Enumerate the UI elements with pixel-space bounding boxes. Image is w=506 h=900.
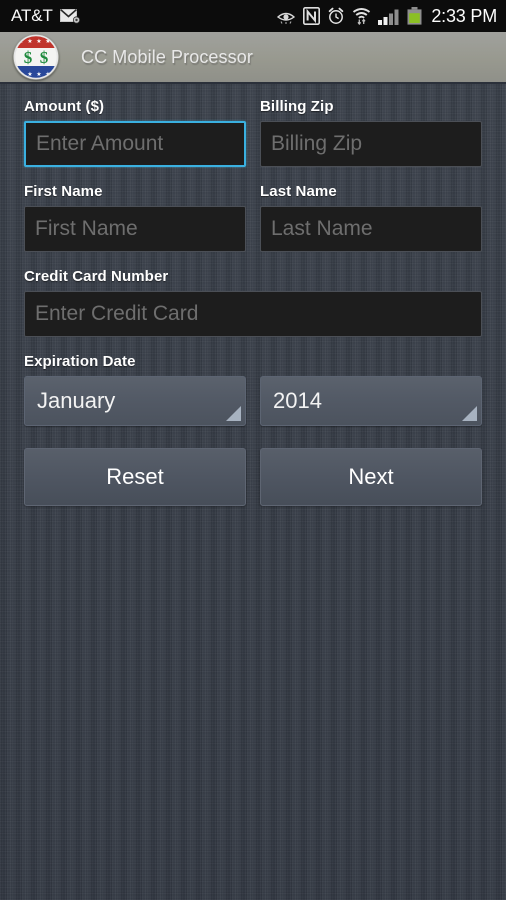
svg-text:★: ★ bbox=[36, 38, 41, 45]
form-row-names: First Name First Name Last Name Last Nam… bbox=[24, 183, 482, 252]
cellular-signal-icon bbox=[378, 8, 400, 25]
app-root: AT&T 2:33 PM ★ ★ ★ ★ ★ ★ ★ ★ $ $ CC Mobi… bbox=[0, 0, 506, 900]
next-button[interactable]: Next bbox=[260, 448, 482, 506]
last-name-input-placeholder: Last Name bbox=[271, 217, 373, 240]
field-last-name: Last Name Last Name bbox=[260, 183, 482, 252]
field-first-name: First Name First Name bbox=[24, 183, 246, 252]
field-expiration-year: 2014 bbox=[260, 376, 482, 426]
expiration-month-spinner[interactable]: January bbox=[24, 376, 246, 426]
first-name-input-placeholder: First Name bbox=[35, 217, 138, 240]
first-name-input[interactable]: First Name bbox=[24, 206, 246, 252]
spinner-caret-icon bbox=[462, 406, 477, 421]
billing-zip-input-placeholder: Billing Zip bbox=[271, 132, 363, 155]
amount-input-placeholder: Enter Amount bbox=[36, 132, 164, 155]
last-name-input[interactable]: Last Name bbox=[260, 206, 482, 252]
label-amount: Amount ($) bbox=[24, 98, 105, 115]
field-amount: Amount ($) Enter Amount bbox=[24, 98, 246, 167]
form-row-expiration: January 2014 bbox=[24, 376, 482, 426]
page-title: CC Mobile Processor bbox=[81, 46, 253, 67]
form-row-amount-zip: Amount ($) Enter Amount Billing Zip Bill… bbox=[24, 98, 482, 167]
reset-button[interactable]: Reset bbox=[24, 448, 246, 506]
expiration-month-value: January bbox=[37, 388, 116, 413]
wifi-icon bbox=[352, 7, 371, 25]
mail-icon bbox=[59, 8, 80, 24]
alarm-clock-icon bbox=[327, 7, 345, 25]
field-expiration-date: Expiration Date January 2014 bbox=[24, 353, 482, 426]
svg-text:$: $ bbox=[24, 48, 33, 67]
status-bar: AT&T 2:33 PM bbox=[0, 0, 506, 32]
svg-text:★: ★ bbox=[27, 38, 32, 45]
label-billing-zip: Billing Zip bbox=[260, 98, 334, 115]
action-bar: ★ ★ ★ ★ ★ ★ ★ ★ $ $ CC Mobile Processor bbox=[0, 32, 506, 84]
amount-input[interactable]: Enter Amount bbox=[24, 121, 246, 167]
credit-card-input-placeholder: Enter Credit Card bbox=[35, 302, 199, 325]
credit-card-input[interactable]: Enter Credit Card bbox=[24, 291, 482, 337]
form-actions: Reset Next bbox=[24, 448, 482, 506]
form-row-credit-card: Credit Card Number Enter Credit Card bbox=[24, 268, 482, 337]
expiration-year-value: 2014 bbox=[273, 388, 322, 413]
carrier-label: AT&T bbox=[11, 6, 53, 25]
billing-zip-input[interactable]: Billing Zip bbox=[260, 121, 482, 167]
status-bar-clock: 2:33 PM bbox=[431, 5, 497, 26]
nfc-icon bbox=[303, 7, 321, 25]
spinner-caret-icon bbox=[226, 406, 241, 421]
battery-icon bbox=[407, 7, 422, 25]
svg-text:$: $ bbox=[40, 48, 49, 67]
app-logo-dollar-badge: ★ ★ ★ ★ ★ ★ ★ ★ $ $ bbox=[13, 34, 59, 80]
field-expiration-month: January bbox=[24, 376, 246, 426]
smart-stay-eye-icon bbox=[276, 9, 296, 24]
label-credit-card: Credit Card Number bbox=[24, 268, 169, 285]
label-last-name: Last Name bbox=[260, 183, 337, 200]
svg-text:★: ★ bbox=[36, 71, 41, 78]
expiration-year-spinner[interactable]: 2014 bbox=[260, 376, 482, 426]
field-billing-zip: Billing Zip Billing Zip bbox=[260, 98, 482, 167]
credit-card-form: Amount ($) Enter Amount Billing Zip Bill… bbox=[0, 84, 506, 506]
label-first-name: First Name bbox=[24, 183, 103, 200]
field-credit-card: Credit Card Number Enter Credit Card bbox=[24, 268, 482, 337]
status-icons-group bbox=[276, 7, 422, 25]
label-expiration-date: Expiration Date bbox=[24, 353, 136, 370]
